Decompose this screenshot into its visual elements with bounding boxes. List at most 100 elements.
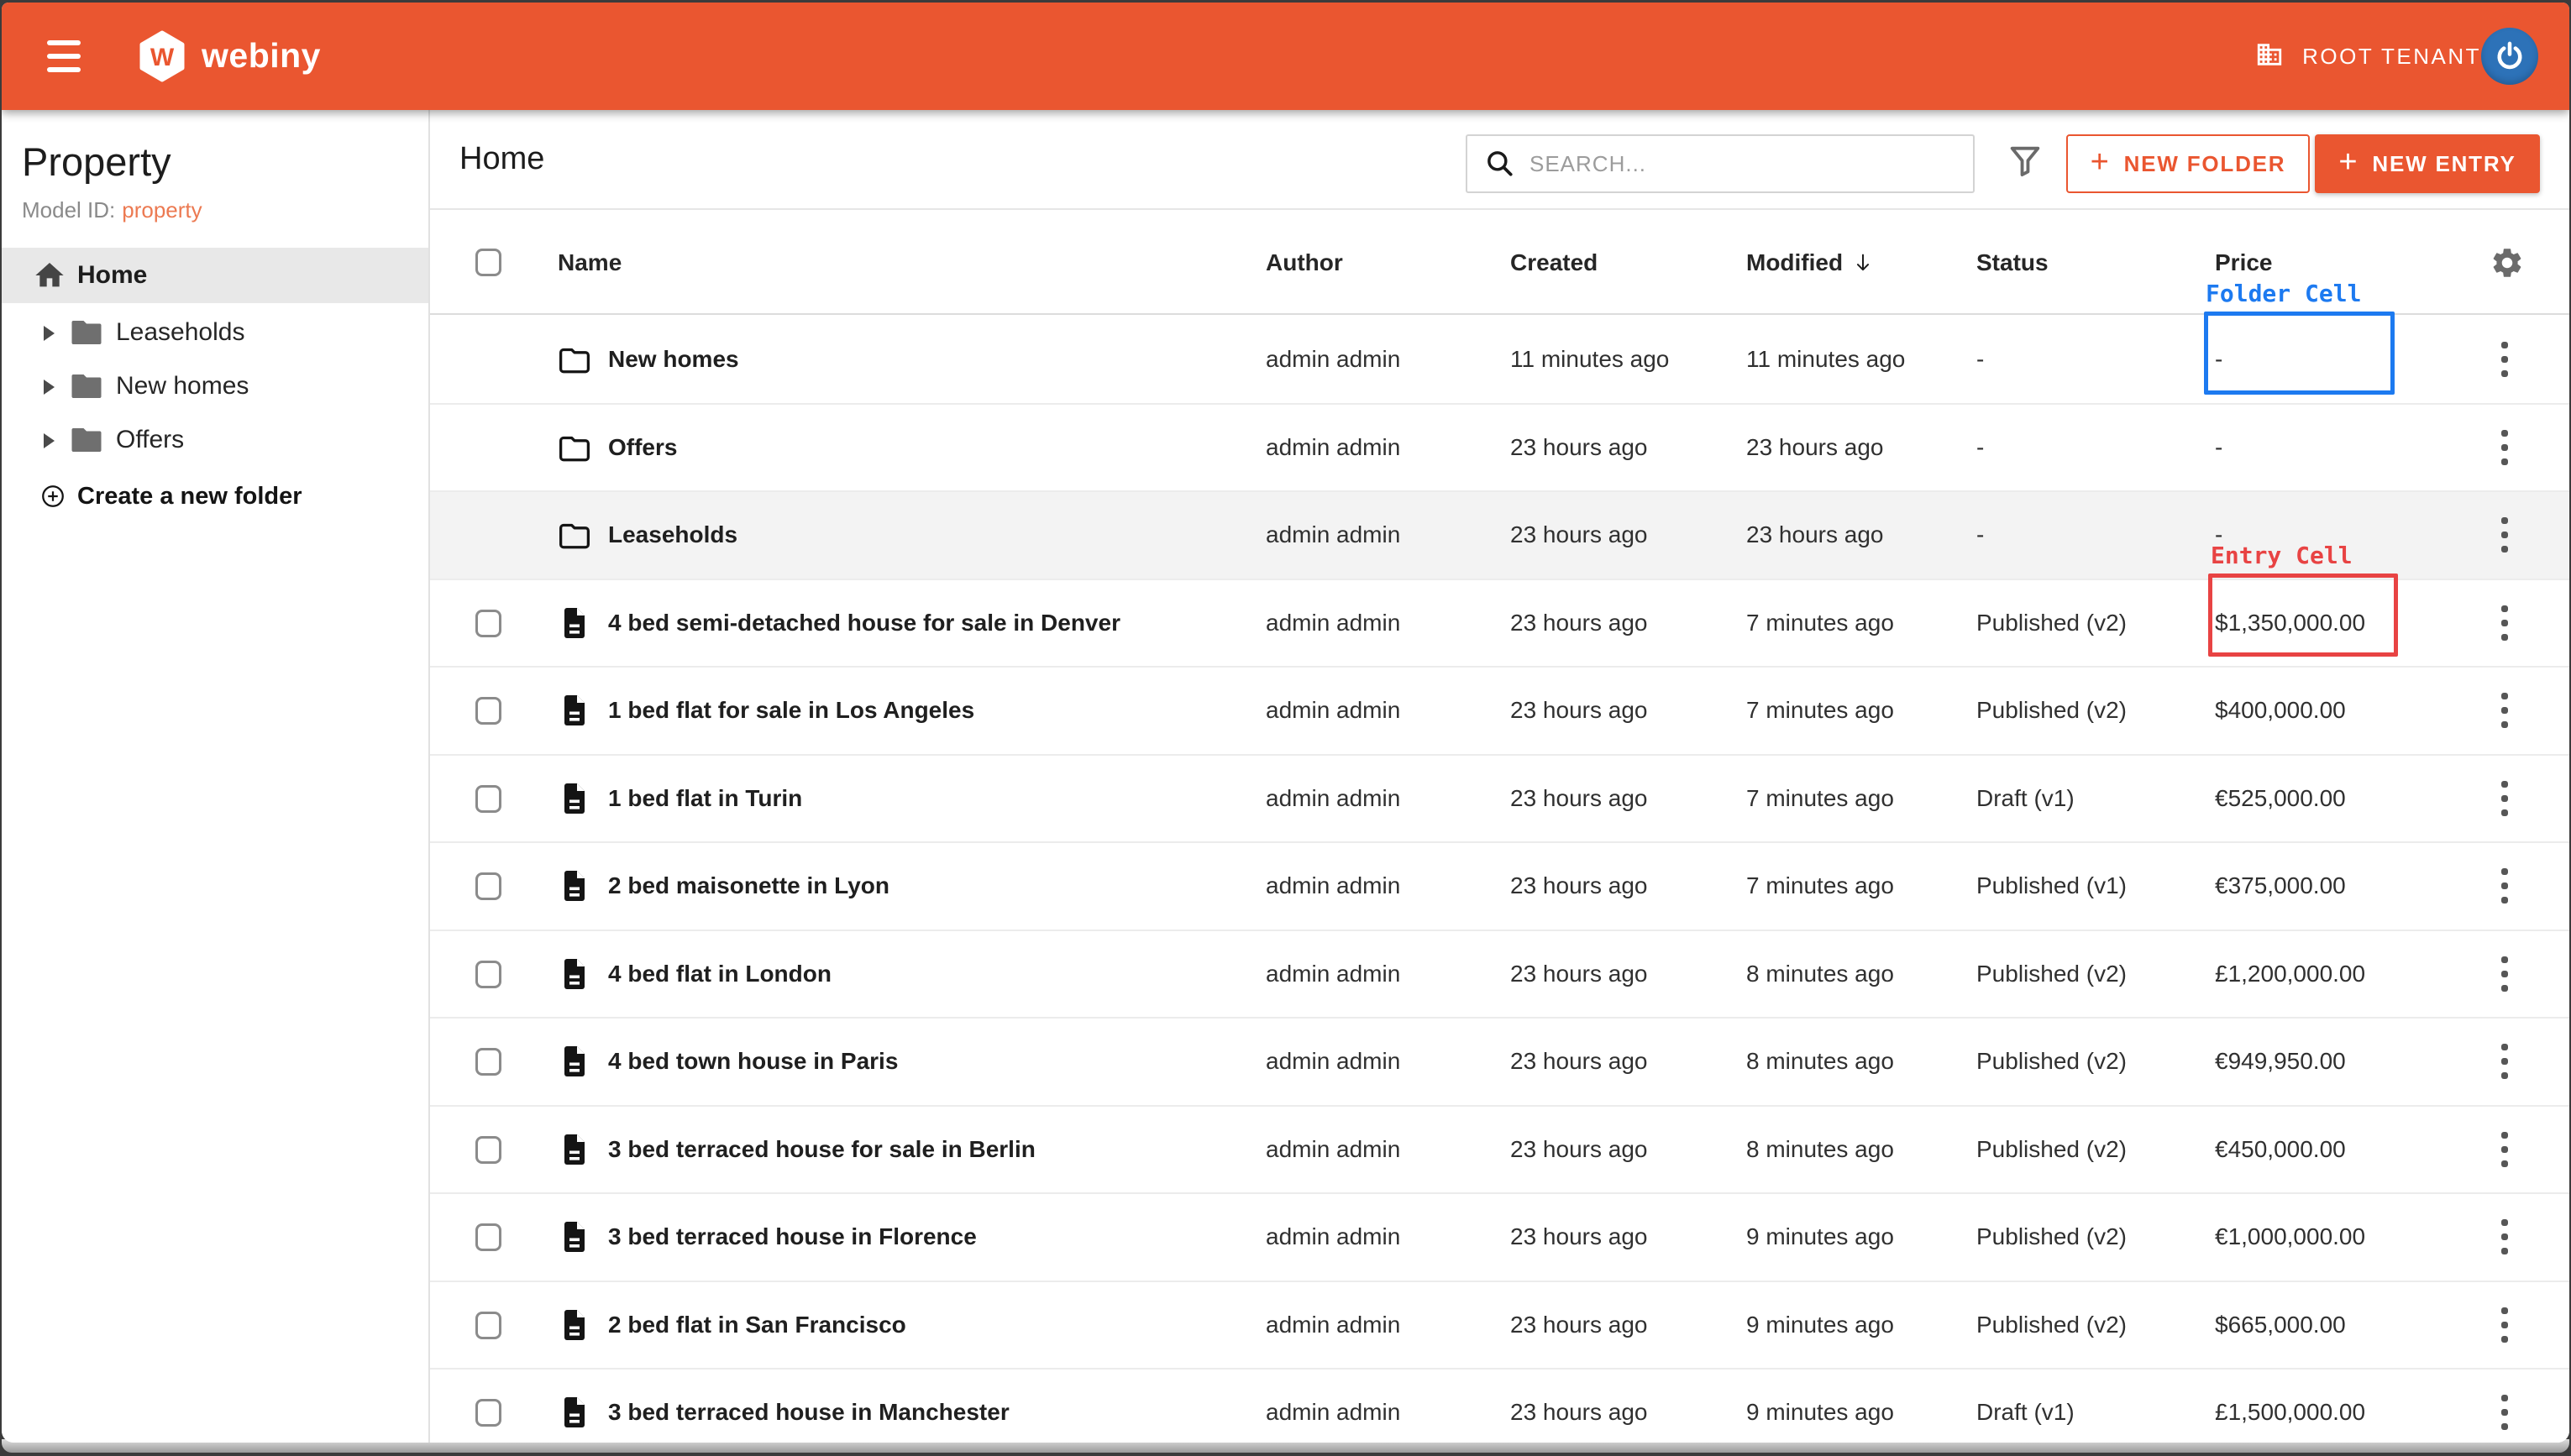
sidebar-folder-item[interactable]: Offers (2, 414, 428, 468)
row-status: Draft (v1) (1976, 1370, 2075, 1443)
row-created: 23 hours ago (1510, 931, 1647, 1017)
expand-chevron-icon[interactable] (44, 380, 55, 395)
column-header-name[interactable]: Name (558, 212, 622, 313)
filter-button[interactable] (2006, 142, 2046, 182)
new-folder-button[interactable]: + NEW FOLDER (2066, 134, 2310, 193)
row-checkbox[interactable] (475, 1223, 501, 1251)
row-created: 23 hours ago (1510, 1370, 1647, 1443)
row-actions-kebab-menu[interactable] (2486, 580, 2523, 666)
row-checkbox[interactable] (475, 1136, 501, 1164)
hamburger-menu-icon[interactable] (47, 40, 81, 72)
folder-icon (69, 317, 104, 348)
table-row[interactable]: Offers admin admin 23 hours ago 23 hours… (430, 405, 2569, 493)
model-id-value: property (122, 197, 202, 223)
row-actions-kebab-menu[interactable] (2486, 1019, 2523, 1104)
row-actions-kebab-menu[interactable] (2486, 1194, 2523, 1280)
row-name[interactable]: 1 bed flat for sale in Los Angeles (608, 668, 974, 753)
row-checkbox[interactable] (475, 961, 501, 988)
column-header-modified[interactable]: Modified (1746, 212, 1875, 313)
table-settings-gear-icon[interactable] (2490, 245, 2525, 285)
row-created: 23 hours ago (1510, 1019, 1647, 1104)
row-actions-kebab-menu[interactable] (2486, 317, 2523, 402)
row-price: £1,500,000.00 (2215, 1370, 2365, 1443)
row-checkbox[interactable] (475, 1312, 501, 1339)
row-price: $400,000.00 (2215, 668, 2346, 753)
table-row[interactable]: 4 bed flat in London admin admin 23 hour… (430, 931, 2569, 1019)
table-row[interactable]: 4 bed town house in Paris admin admin 23… (430, 1019, 2569, 1107)
user-avatar[interactable] (2481, 28, 2538, 85)
create-folder-button[interactable]: Create a new folder (2, 471, 428, 521)
row-name[interactable]: 2 bed maisonette in Lyon (608, 843, 889, 929)
row-created: 23 hours ago (1510, 756, 1647, 841)
expand-chevron-icon[interactable] (44, 433, 55, 448)
column-header-created[interactable]: Created (1510, 212, 1598, 313)
model-id: Model ID: property (22, 197, 202, 223)
row-author: admin admin (1266, 931, 1400, 1017)
row-checkbox[interactable] (475, 872, 501, 900)
column-header-modified-label: Modified (1746, 212, 1843, 313)
sidebar-folder-label: Leaseholds (116, 306, 244, 359)
model-id-label: Model ID: (22, 197, 115, 223)
row-author: admin admin (1266, 317, 1400, 402)
table-row[interactable]: 1 bed flat in Turin admin admin 23 hours… (430, 756, 2569, 844)
row-name[interactable]: 4 bed semi-detached house for sale in De… (608, 580, 1120, 666)
row-actions-kebab-menu[interactable] (2486, 668, 2523, 753)
row-author: admin admin (1266, 1370, 1400, 1443)
sidebar-item-home[interactable]: Home (2, 248, 428, 303)
row-actions-kebab-menu[interactable] (2486, 843, 2523, 929)
row-actions-kebab-menu[interactable] (2486, 1107, 2523, 1192)
row-name[interactable]: 3 bed terraced house in Manchester (608, 1370, 1010, 1443)
row-actions-kebab-menu[interactable] (2486, 1282, 2523, 1368)
column-header-author[interactable]: Author (1266, 212, 1343, 313)
new-entry-button[interactable]: + NEW ENTRY (2315, 134, 2540, 193)
search-input[interactable] (1529, 151, 1933, 177)
tenant-selector[interactable]: ROOT TENANT (2255, 3, 2481, 110)
row-checkbox[interactable] (475, 785, 501, 813)
row-checkbox[interactable] (475, 610, 501, 637)
row-name[interactable]: Offers (608, 405, 677, 490)
table-row[interactable]: 3 bed terraced house in Manchester admin… (430, 1370, 2569, 1443)
table-row[interactable]: 3 bed terraced house in Florence admin a… (430, 1194, 2569, 1282)
row-created: 23 hours ago (1510, 492, 1647, 578)
row-checkbox[interactable] (475, 1048, 501, 1076)
webiny-logo-icon[interactable]: W (138, 30, 186, 82)
sidebar-folder-item[interactable]: New homes (2, 360, 428, 414)
row-checkbox[interactable] (475, 697, 501, 725)
home-icon (32, 259, 67, 292)
row-actions-kebab-menu[interactable] (2486, 1370, 2523, 1443)
row-author: admin admin (1266, 492, 1400, 578)
row-actions-kebab-menu[interactable] (2486, 931, 2523, 1017)
tenant-label: ROOT TENANT (2302, 44, 2481, 70)
table-row[interactable]: 2 bed flat in San Francisco admin admin … (430, 1282, 2569, 1370)
row-actions-kebab-menu[interactable] (2486, 405, 2523, 490)
row-name[interactable]: 2 bed flat in San Francisco (608, 1282, 906, 1368)
row-name[interactable]: 3 bed terraced house in Florence (608, 1194, 977, 1280)
table-row[interactable]: 3 bed terraced house for sale in Berlin … (430, 1107, 2569, 1195)
table-row[interactable]: 2 bed maisonette in Lyon admin admin 23 … (430, 843, 2569, 931)
page: W webiny ROOT TENANT Property Model (0, 0, 2571, 1456)
row-price: €375,000.00 (2215, 843, 2346, 929)
row-name[interactable]: 1 bed flat in Turin (608, 756, 802, 841)
document-icon (559, 779, 590, 818)
sidebar: Property Model ID:property Home Leasehol… (2, 110, 430, 1443)
row-name[interactable]: Leaseholds (608, 492, 737, 578)
row-actions-kebab-menu[interactable] (2486, 492, 2523, 578)
table-body: New homes admin admin 11 minutes ago 11 … (430, 317, 2569, 1443)
row-author: admin admin (1266, 580, 1400, 666)
column-header-status[interactable]: Status (1976, 212, 2049, 313)
document-icon (559, 955, 590, 993)
row-modified: 8 minutes ago (1746, 1107, 1894, 1192)
row-name[interactable]: 4 bed town house in Paris (608, 1019, 898, 1104)
row-name[interactable]: 3 bed terraced house for sale in Berlin (608, 1107, 1036, 1192)
row-status: - (1976, 492, 1984, 578)
row-checkbox[interactable] (475, 1399, 501, 1427)
sidebar-folder-item[interactable]: Leaseholds (2, 306, 428, 360)
row-name[interactable]: New homes (608, 317, 739, 402)
table-row[interactable]: 1 bed flat for sale in Los Angeles admin… (430, 668, 2569, 756)
new-entry-label: NEW ENTRY (2372, 151, 2516, 177)
row-actions-kebab-menu[interactable] (2486, 756, 2523, 841)
select-all-checkbox[interactable] (475, 249, 501, 276)
row-name[interactable]: 4 bed flat in London (608, 931, 832, 1017)
row-price: - (2215, 405, 2222, 490)
expand-chevron-icon[interactable] (44, 326, 55, 341)
